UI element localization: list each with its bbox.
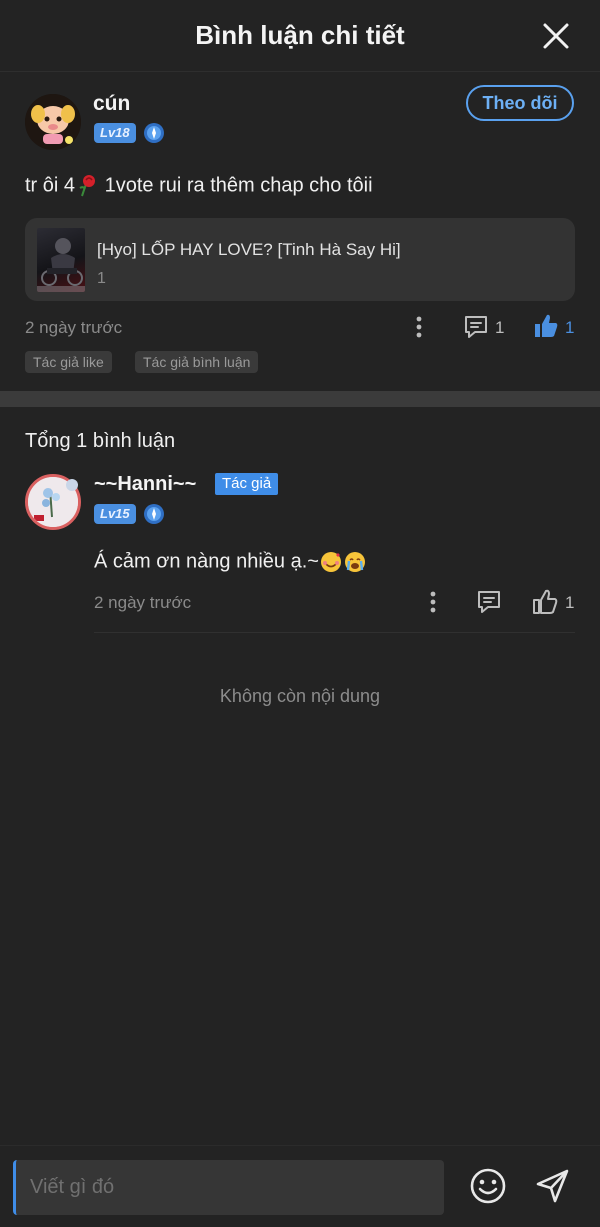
reply-more-options-icon[interactable] xyxy=(428,590,438,614)
reply-medal-icon xyxy=(144,504,164,524)
rose-emoji-icon xyxy=(79,175,96,197)
total-comments-label: Tổng 1 bình luận xyxy=(25,430,176,452)
reply-level-badge: Lv15 xyxy=(94,504,136,524)
reply-text-content: Á cảm ơn nàng nhiều ạ.~ xyxy=(94,550,319,573)
story-thumbnail xyxy=(37,228,85,292)
close-icon xyxy=(543,23,569,49)
reply-thumbs-up-icon[interactable] xyxy=(531,588,559,616)
avatar-frame-icon xyxy=(66,479,78,491)
comment-composer xyxy=(0,1145,600,1227)
like-count: 1 xyxy=(565,318,575,337)
reply-like-count: 1 xyxy=(565,593,575,612)
comment-text-part2: 1vote rui ra thêm chap cho tôii xyxy=(99,174,373,197)
comment-text-part1: tr ôi 4 xyxy=(25,174,76,197)
avatar[interactable] xyxy=(25,94,81,150)
section-divider xyxy=(0,391,600,407)
crying-emoji-icon xyxy=(344,552,365,572)
send-icon[interactable] xyxy=(534,1167,572,1205)
comment-icon[interactable] xyxy=(463,314,489,340)
author-liked-tag: Tác giả like xyxy=(25,351,112,373)
reply-username[interactable]: ~~Hanni~~ xyxy=(94,473,196,496)
comment-time: 2 ngày trước xyxy=(25,318,123,337)
follow-button[interactable]: Theo dõi xyxy=(466,85,574,121)
more-options-icon[interactable] xyxy=(414,315,424,339)
story-subtitle: 1 xyxy=(97,270,106,287)
avatar-image xyxy=(25,94,81,150)
reply-count: 1 xyxy=(495,318,505,337)
comment-input[interactable] xyxy=(13,1160,444,1215)
thumbs-up-icon[interactable] xyxy=(532,312,560,340)
close-button[interactable] xyxy=(542,22,570,50)
comment-username[interactable]: cún xyxy=(93,92,130,116)
smiling-hearts-emoji-icon xyxy=(320,552,341,572)
story-title: [Hyo] LỐP HAY LOVE? [Tinh Hà Say Hi] xyxy=(97,240,401,259)
header-bar: Bình luận chi tiết xyxy=(0,0,600,72)
smiley-icon[interactable] xyxy=(469,1167,507,1205)
reply-text: Á cảm ơn nàng nhiều ạ.~ xyxy=(94,550,367,574)
reply-time: 2 ngày trước xyxy=(94,593,192,612)
end-of-content-label: Không còn nội dung xyxy=(219,686,381,706)
linked-story-card[interactable]: [Hyo] LỐP HAY LOVE? [Tinh Hà Say Hi] 1 xyxy=(25,218,575,301)
reply-comment-icon[interactable] xyxy=(476,589,502,615)
medal-icon xyxy=(144,123,164,143)
comment-text: tr ôi 4 1vote rui ra thêm chap cho tôii xyxy=(25,174,373,198)
author-badge: Tác giả xyxy=(215,473,279,495)
level-badge: Lv18 xyxy=(94,123,136,143)
page-title: Bình luận chi tiết xyxy=(195,20,405,50)
author-commented-tag: Tác giả bình luận xyxy=(135,351,259,373)
reply-divider xyxy=(94,632,575,633)
